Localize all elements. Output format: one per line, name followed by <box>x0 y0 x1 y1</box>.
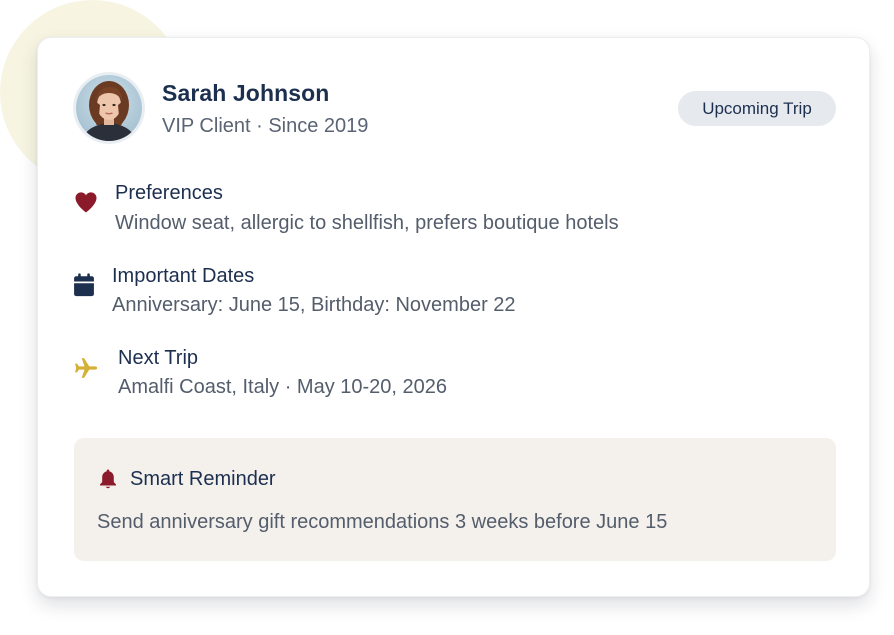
avatar[interactable] <box>76 75 142 141</box>
next-trip-title: Next Trip <box>118 347 199 369</box>
upcoming-trip-badge[interactable]: Upcoming Trip <box>678 91 836 126</box>
smart-reminder-panel: Smart Reminder Send anniversary gift rec… <box>74 438 836 561</box>
reminder-title: Smart Reminder <box>130 468 276 490</box>
client-status: VIP Client · Since 2019 <box>162 115 369 137</box>
client-profile-card: Sarah Johnson VIP Client · Since 2019 Up… <box>37 37 870 597</box>
preferences-text: Window seat, allergic to shellfish, pref… <box>115 212 619 234</box>
client-name: Sarah Johnson <box>162 80 330 106</box>
calendar-icon <box>74 273 94 297</box>
preferences-title: Preferences <box>115 182 223 204</box>
page: Sarah Johnson VIP Client · Since 2019 Up… <box>0 0 894 635</box>
next-trip-text: Amalfi Coast, Italy · May 10-20, 2026 <box>118 376 448 398</box>
important-dates-title: Important Dates <box>112 265 255 287</box>
airplane-icon <box>75 358 98 378</box>
avatar-portrait <box>76 75 142 141</box>
heart-icon <box>75 192 97 213</box>
reminder-text: Send anniversary gift recommendations 3 … <box>97 511 668 533</box>
important-dates-text: Anniversary: June 15, Birthday: November… <box>112 294 516 316</box>
bell-icon <box>100 469 116 489</box>
